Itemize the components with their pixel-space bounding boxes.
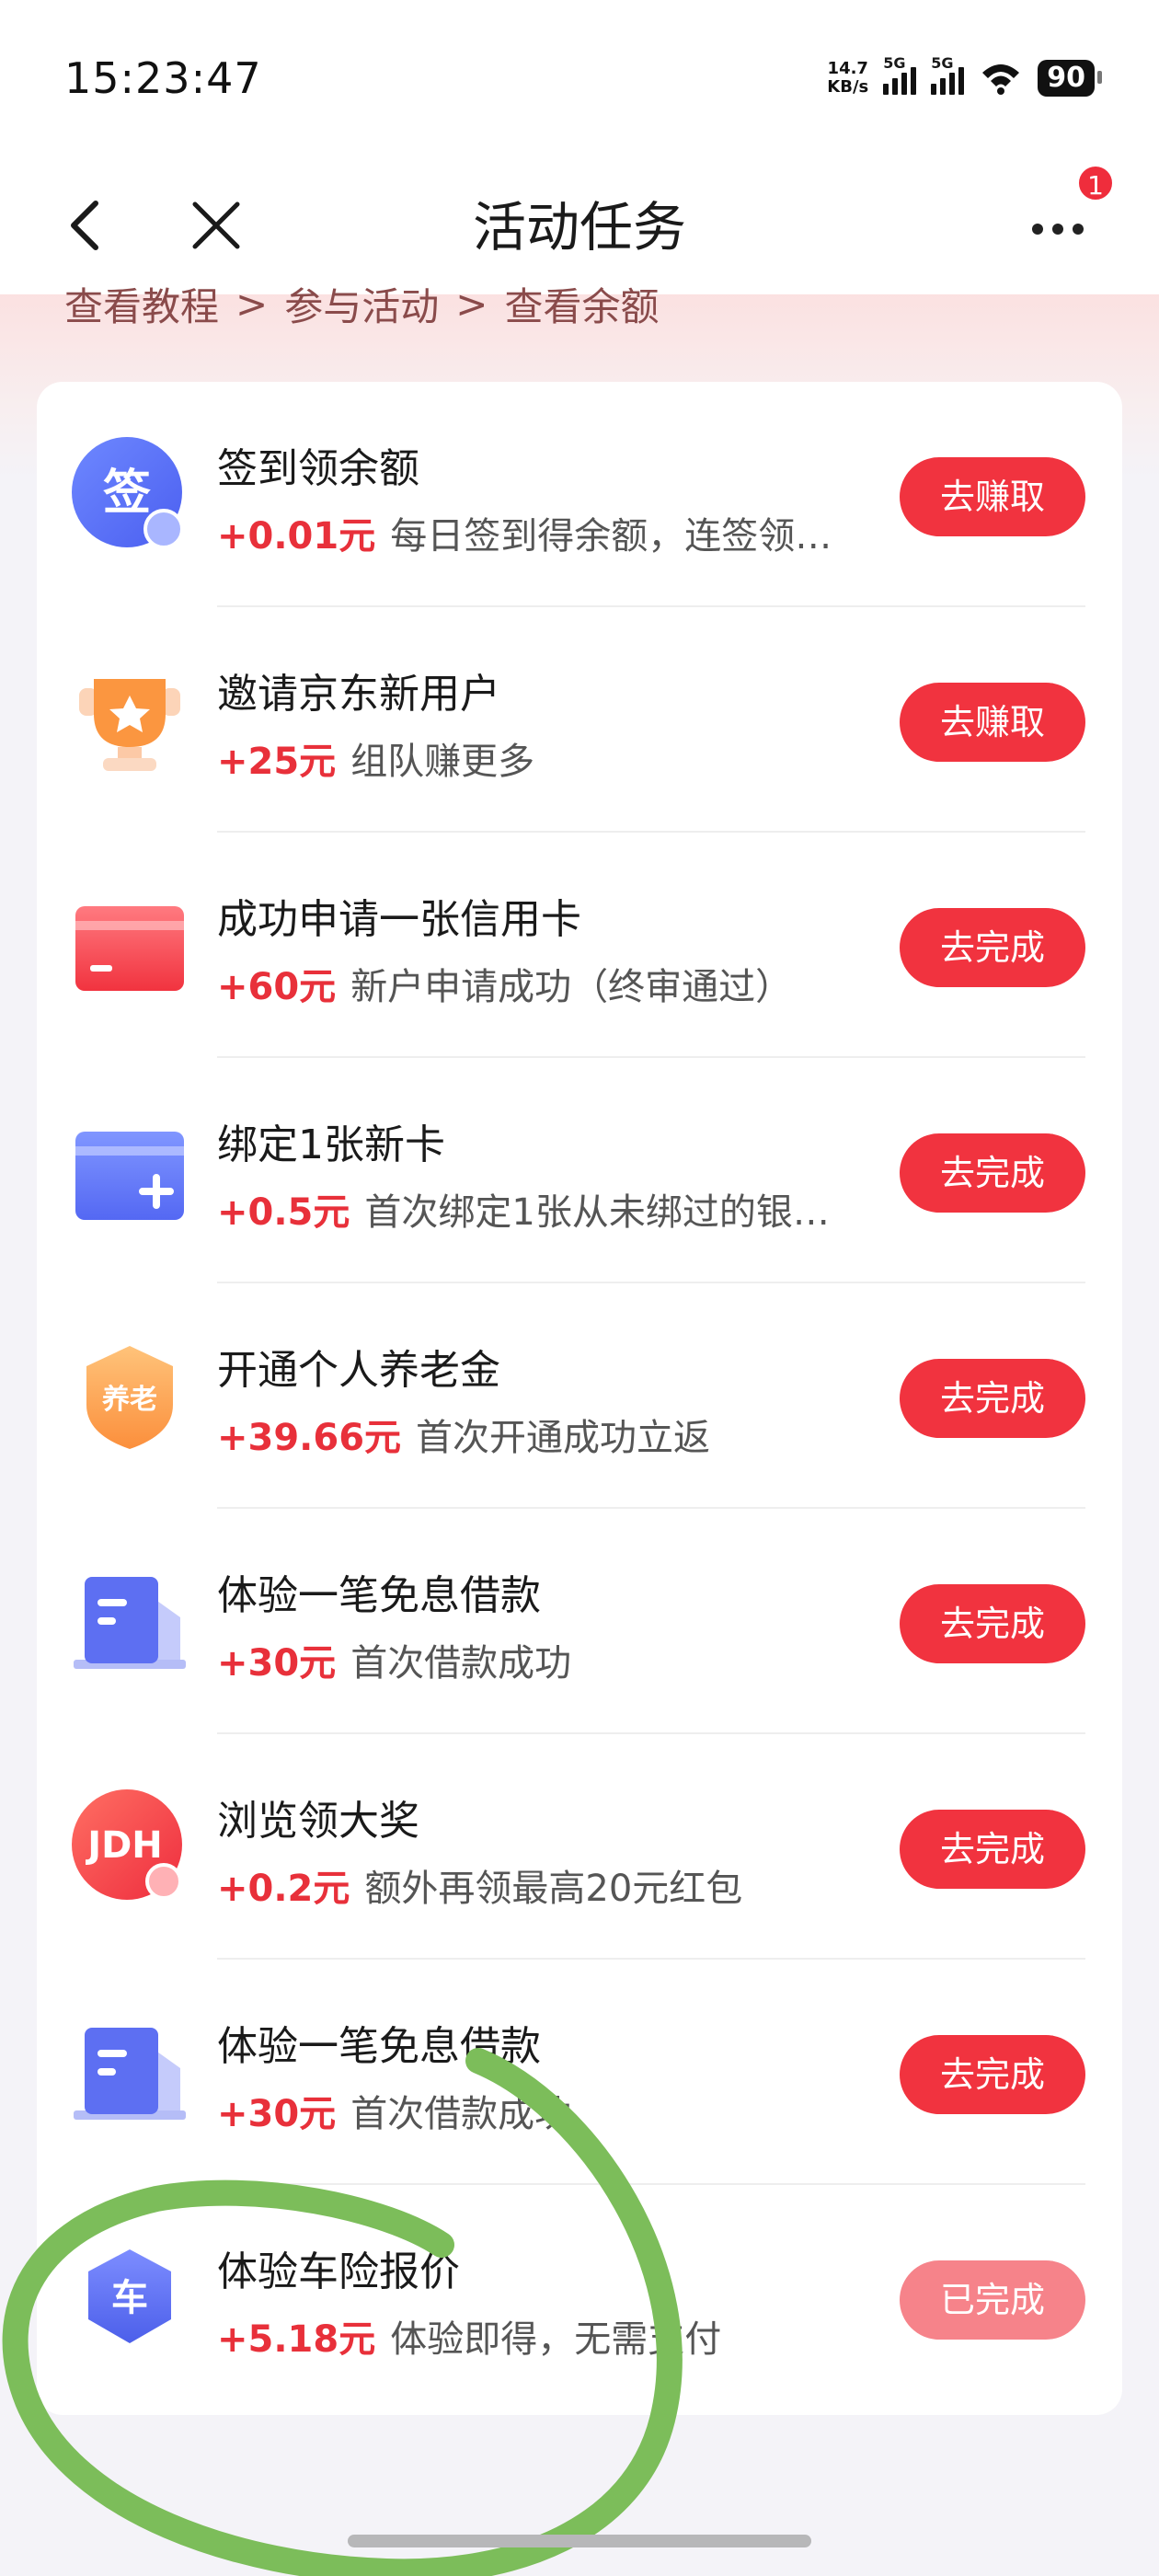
task-detail: 首次开通成功立返 <box>416 1417 711 1459</box>
status-bar: 15:23:47 14.7 KB/s 5G 5G 90 <box>0 0 1159 156</box>
network-speed-value: 14.7 <box>827 59 868 78</box>
task-item: 体验一笔免息借款 +30元 首次借款成功 去完成 <box>37 1960 1122 2185</box>
breadcrumb-step[interactable]: 查看余额 <box>504 276 659 332</box>
task-detail: 首次绑定1张从未绑过的银… <box>364 1191 830 1234</box>
pension-icon: 养老 <box>86 1346 173 1449</box>
reward-amount: +39.66元 <box>217 1417 402 1459</box>
task-description: +39.66元 首次开通成功立返 <box>217 1408 907 1461</box>
task-action-button[interactable]: 去完成 <box>900 1584 1085 1663</box>
task-description: +0.2元 额外再领最高20元红包 <box>217 1858 907 1912</box>
jdh-icon: JDH <box>72 1789 182 1900</box>
task-detail: 每日签到得余额，连签领… <box>390 515 832 558</box>
car-insurance-icon: 车 <box>88 2249 171 2343</box>
task-description: +25元 组队赚更多 <box>217 731 907 785</box>
task-description: +60元 新户申请成功（终审通过） <box>217 957 907 1010</box>
signal-icon: 5G <box>883 54 917 95</box>
reward-amount: +30元 <box>217 1642 337 1685</box>
nav-bar: 活动任务 <box>0 156 1159 294</box>
task-title: 绑定1张新卡 <box>217 1121 445 1168</box>
task-item: 成功申请一张信用卡 +60元 新户申请成功（终审通过） 去完成 <box>37 833 1122 1058</box>
jdh-icon-text: JDH <box>85 1824 163 1867</box>
task-title: 成功申请一张信用卡 <box>217 896 581 943</box>
reward-amount: +0.01元 <box>217 515 376 558</box>
task-completed-button[interactable]: 已完成 <box>900 2260 1085 2340</box>
task-item: 签 签到领余额 +0.01元 每日签到得余额，连签领… 去赚取 <box>37 382 1122 607</box>
task-item: 车 体验车险报价 +5.18元 体验即得，无需支付 已完成 <box>37 2185 1122 2410</box>
loan-document-icon <box>74 2028 186 2120</box>
network-speed: 14.7 KB/s <box>827 60 868 97</box>
home-indicator[interactable] <box>348 2535 811 2547</box>
task-item: 绑定1张新卡 +0.5元 首次绑定1张从未绑过的银… 去完成 <box>37 1058 1122 1283</box>
task-title: 体验车险报价 <box>217 2248 460 2295</box>
task-description: +5.18元 体验即得，无需支付 <box>217 2309 907 2363</box>
task-title: 体验一笔免息借款 <box>217 2023 541 2070</box>
status-icons: 14.7 KB/s 5G 5G 90 <box>827 54 1102 101</box>
task-item: 邀请京东新用户 +25元 组队赚更多 去赚取 <box>37 607 1122 833</box>
sign-in-icon: 签 <box>72 437 184 549</box>
task-title: 邀请京东新用户 <box>217 671 500 718</box>
signal-label: 5G <box>883 54 906 72</box>
task-action-button[interactable]: 去赚取 <box>900 683 1085 762</box>
wifi-icon <box>982 64 1020 95</box>
task-description: +30元 首次借款成功 <box>217 1633 907 1686</box>
battery-icon: 90 <box>1038 60 1102 97</box>
breadcrumb-separator: > <box>235 282 269 327</box>
breadcrumb-step[interactable]: 查看教程 <box>64 276 219 332</box>
task-detail: 额外再领最高20元红包 <box>364 1868 743 1910</box>
signal-label: 5G <box>931 54 954 72</box>
task-detail: 首次借款成功 <box>350 2093 572 2135</box>
task-description: +0.01元 每日签到得余额，连签领… <box>217 506 907 559</box>
close-icon[interactable] <box>184 189 248 262</box>
task-item: JDH 浏览领大奖 +0.2元 额外再领最高20元红包 去完成 <box>37 1734 1122 1960</box>
task-action-button[interactable]: 去完成 <box>900 908 1085 987</box>
reward-amount: +30元 <box>217 2093 337 2135</box>
task-detail: 首次借款成功 <box>350 1642 572 1685</box>
reward-amount: +5.18元 <box>217 2318 376 2361</box>
reward-amount: +0.2元 <box>217 1868 350 1910</box>
notification-badge: 1 <box>1076 164 1115 202</box>
task-title: 浏览领大奖 <box>217 1798 419 1845</box>
signal-icon: 5G <box>931 54 965 95</box>
trophy-icon <box>79 679 180 771</box>
car-icon-text: 车 <box>111 2277 148 2319</box>
task-detail: 新户申请成功（终审通过） <box>350 966 793 1008</box>
task-list-card: 签 签到领余额 +0.01元 每日签到得余额，连签领… 去赚取 邀请京东新用户 +… <box>37 382 1122 2415</box>
task-item: 体验一笔免息借款 +30元 首次借款成功 去完成 <box>37 1509 1122 1734</box>
task-action-button[interactable]: 去完成 <box>900 1133 1085 1213</box>
reward-amount: +60元 <box>217 966 337 1008</box>
task-action-button[interactable]: 去完成 <box>900 1810 1085 1889</box>
task-detail: 组队赚更多 <box>350 741 535 783</box>
task-title: 开通个人养老金 <box>217 1347 500 1394</box>
task-description: +0.5元 首次绑定1张从未绑过的银… <box>217 1182 907 1236</box>
breadcrumb-separator: > <box>455 282 488 327</box>
page-title: 活动任务 <box>472 196 686 259</box>
breadcrumb-step[interactable]: 参与活动 <box>284 276 439 332</box>
back-icon[interactable] <box>57 189 112 262</box>
pension-icon-text: 养老 <box>102 1384 157 1416</box>
task-action-button[interactable]: 去赚取 <box>900 457 1085 536</box>
task-description: +30元 首次借款成功 <box>217 2084 907 2137</box>
add-card-icon <box>75 1132 184 1220</box>
task-item: 养老 开通个人养老金 +39.66元 首次开通成功立返 去完成 <box>37 1283 1122 1509</box>
network-speed-unit: KB/s <box>827 77 869 97</box>
breadcrumb: 查看教程 > 参与活动 > 查看余额 <box>64 276 659 332</box>
credit-card-icon <box>75 906 184 991</box>
task-title: 签到领余额 <box>217 445 419 492</box>
sign-in-icon-text: 签 <box>103 466 151 521</box>
loan-document-icon <box>74 1577 186 1669</box>
task-title: 体验一笔免息借款 <box>217 1572 541 1619</box>
task-action-button[interactable]: 去完成 <box>900 2035 1085 2114</box>
reward-amount: +25元 <box>217 741 337 783</box>
reward-amount: +0.5元 <box>217 1191 350 1234</box>
task-detail: 体验即得，无需支付 <box>390 2318 722 2361</box>
task-action-button[interactable]: 去完成 <box>900 1359 1085 1438</box>
status-time: 15:23:47 <box>64 53 262 103</box>
